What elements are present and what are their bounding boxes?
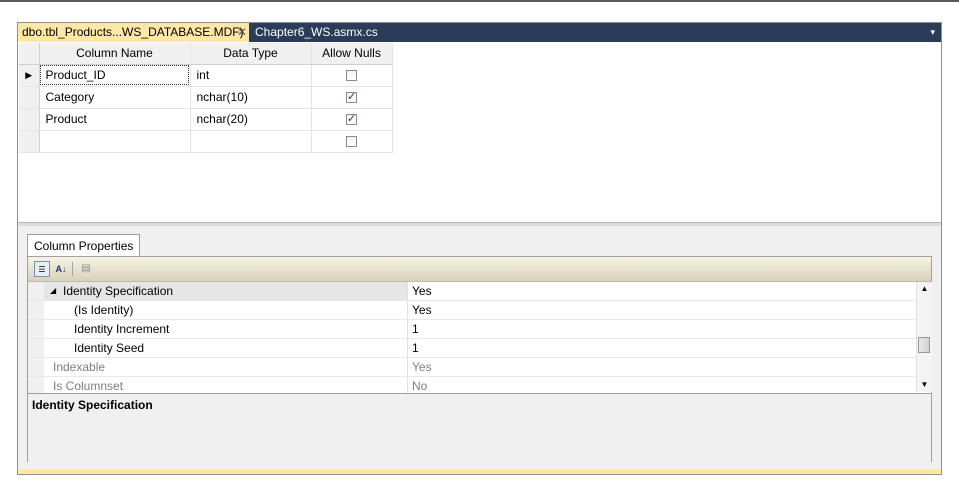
allow-nulls-cell[interactable] bbox=[311, 108, 393, 131]
description-title: Identity Specification bbox=[32, 398, 153, 412]
table-row[interactable]: Category nchar(10) bbox=[19, 86, 393, 109]
property-value[interactable]: Yes bbox=[409, 282, 432, 300]
allow-nulls-checkbox[interactable] bbox=[346, 70, 357, 82]
categorized-icon[interactable]: ☰ bbox=[34, 261, 50, 277]
sort-az-icon[interactable]: A↓ bbox=[53, 261, 69, 277]
data-type-cell[interactable]: nchar(10) bbox=[190, 86, 312, 109]
column-name-cell[interactable] bbox=[39, 130, 191, 153]
table-row[interactable] bbox=[19, 130, 393, 153]
row-selector-header bbox=[19, 43, 40, 65]
property-row[interactable]: Identity Seed 1 bbox=[28, 339, 916, 358]
allow-nulls-checkbox[interactable] bbox=[346, 112, 357, 126]
row-selector[interactable] bbox=[19, 108, 40, 131]
allow-nulls-cell[interactable] bbox=[311, 130, 393, 153]
scrollbar-thumb[interactable] bbox=[918, 337, 930, 353]
data-type-cell[interactable]: int bbox=[190, 64, 312, 87]
current-row-icon[interactable]: ▶ bbox=[19, 64, 40, 87]
row-selector[interactable] bbox=[19, 86, 40, 109]
property-name[interactable]: ◢ Identity Specification bbox=[44, 282, 408, 300]
property-gutter bbox=[28, 301, 44, 319]
column-name-header: Column Name bbox=[39, 43, 191, 65]
scroll-up-icon[interactable]: ▲ bbox=[917, 282, 932, 296]
document-bottom-bar bbox=[18, 469, 941, 474]
property-gutter bbox=[28, 339, 44, 357]
tab-table-designer-label: dbo.tbl_Products...WS_DATABASE.MDF) bbox=[22, 25, 244, 39]
tab-table-designer[interactable]: dbo.tbl_Products...WS_DATABASE.MDF) ✕ bbox=[18, 23, 249, 42]
property-row[interactable]: (Is Identity) Yes bbox=[28, 301, 916, 320]
column-properties-panel: Column Properties ☰ A↓ ▤ ◢ Identity Spec… bbox=[18, 226, 941, 474]
grid-header-row: Column Name Data Type Allow Nulls bbox=[19, 43, 393, 65]
allow-nulls-cell[interactable] bbox=[311, 86, 393, 109]
property-row[interactable]: Identity Increment 1 bbox=[28, 320, 916, 339]
table-row[interactable]: Product nchar(20) bbox=[19, 108, 393, 131]
property-gutter bbox=[28, 358, 44, 376]
allow-nulls-header: Allow Nulls bbox=[311, 43, 393, 65]
property-row[interactable]: Indexable Yes bbox=[28, 358, 916, 377]
property-description: Identity Specification bbox=[28, 393, 931, 462]
column-name-cell[interactable]: Product bbox=[39, 108, 191, 131]
property-gutter bbox=[28, 282, 44, 300]
property-pages-icon[interactable]: ▤ bbox=[78, 261, 94, 277]
property-scrollbar[interactable]: ▲ ▼ bbox=[916, 282, 932, 392]
property-row[interactable]: ◢ Identity Specification Yes bbox=[28, 282, 916, 301]
collapse-icon[interactable]: ◢ bbox=[50, 282, 56, 300]
property-name-label: Identity Specification bbox=[63, 284, 174, 298]
column-name-cell[interactable]: Product_ID bbox=[39, 64, 191, 87]
property-value[interactable]: 1 bbox=[409, 320, 419, 338]
column-name-cell[interactable]: Category bbox=[39, 86, 191, 109]
close-icon[interactable]: ✕ bbox=[237, 23, 247, 42]
window-top-border bbox=[0, 0, 959, 2]
document-tabstrip: dbo.tbl_Products...WS_DATABASE.MDF) ✕ Ch… bbox=[18, 23, 941, 42]
property-grid: ☰ A↓ ▤ ◢ Identity Specification Yes (Is … bbox=[27, 256, 932, 462]
property-name[interactable]: Identity Increment bbox=[44, 320, 408, 338]
property-value[interactable]: 1 bbox=[409, 339, 419, 357]
property-name[interactable]: (Is Identity) bbox=[44, 301, 408, 319]
table-designer-document: dbo.tbl_Products...WS_DATABASE.MDF) ✕ Ch… bbox=[17, 22, 942, 475]
property-name[interactable]: Identity Seed bbox=[44, 339, 408, 357]
scroll-down-icon[interactable]: ▼ bbox=[917, 378, 932, 392]
property-value[interactable]: Yes bbox=[409, 358, 432, 376]
data-type-cell[interactable]: nchar(20) bbox=[190, 108, 312, 131]
property-list: ◢ Identity Specification Yes (Is Identit… bbox=[28, 282, 916, 396]
data-type-header: Data Type bbox=[190, 43, 312, 65]
toolbar-separator bbox=[72, 262, 73, 276]
row-selector[interactable] bbox=[19, 130, 40, 153]
property-gutter bbox=[28, 320, 44, 338]
allow-nulls-cell[interactable] bbox=[311, 64, 393, 87]
column-grid: Column Name Data Type Allow Nulls ▶ Prod… bbox=[19, 43, 393, 153]
property-name[interactable]: Indexable bbox=[44, 358, 408, 376]
tab-asmx-code[interactable]: Chapter6_WS.asmx.cs bbox=[255, 23, 378, 42]
property-toolbar: ☰ A↓ ▤ bbox=[28, 257, 931, 282]
tab-dropdown-icon[interactable]: ▾ bbox=[930, 23, 935, 42]
table-row[interactable]: ▶ Product_ID int bbox=[19, 64, 393, 87]
tab-column-properties[interactable]: Column Properties bbox=[27, 234, 141, 256]
allow-nulls-checkbox[interactable] bbox=[346, 90, 357, 104]
data-type-cell[interactable] bbox=[190, 130, 312, 153]
allow-nulls-checkbox[interactable] bbox=[346, 136, 357, 148]
property-value[interactable]: Yes bbox=[409, 301, 432, 319]
